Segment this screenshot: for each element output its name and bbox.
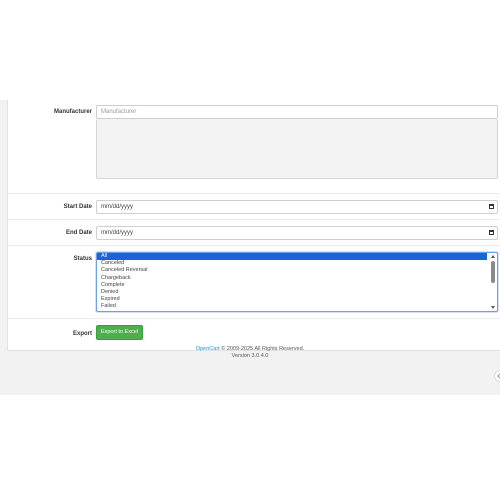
report-filter-panel: Manufacturer Manufacturer Start Date mm/… (7, 100, 500, 351)
status-option[interactable]: Failed (97, 303, 497, 310)
status-scrollbar[interactable] (490, 254, 496, 310)
footer-copyright-line: OpenCart © 2009-2025 All Rights Reserved… (0, 346, 500, 353)
scroll-thumb[interactable] (491, 261, 495, 283)
status-option[interactable]: Complete (97, 282, 497, 289)
status-option[interactable]: Canceled (97, 260, 497, 267)
status-multiselect[interactable]: All Canceled Canceled Reversal Chargebac… (96, 252, 498, 312)
scroll-down-icon[interactable] (491, 306, 495, 309)
manufacturer-label: Manufacturer (53, 109, 92, 115)
manufacturer-dropdown-area[interactable] (96, 119, 498, 179)
manufacturer-placeholder: Manufacturer (101, 109, 137, 115)
status-label: Status (73, 256, 92, 262)
page: Manufacturer Manufacturer Start Date mm/… (0, 0, 500, 500)
status-row: Status All Canceled Canceled Reversal Ch… (8, 246, 500, 319)
end-date-row: End Date mm/dd/yyyy (8, 220, 500, 246)
manufacturer-row: Manufacturer Manufacturer (8, 100, 500, 194)
export-label: Export (72, 331, 92, 337)
opencart-link[interactable]: OpenCart (196, 346, 220, 352)
status-option[interactable]: Expired (97, 296, 497, 303)
manufacturer-input[interactable]: Manufacturer (96, 105, 498, 119)
status-option[interactable]: Denied (97, 289, 497, 296)
copyright-text: © 2009-2025 All Rights Reserved. (221, 346, 305, 352)
export-to-excel-button[interactable]: Export to Excel (96, 325, 143, 340)
start-date-row: Start Date mm/dd/yyyy (8, 194, 500, 220)
status-option[interactable]: All (97, 253, 487, 261)
start-date-value: mm/dd/yyyy (101, 204, 134, 210)
calendar-icon[interactable] (489, 230, 494, 235)
status-option[interactable]: Chargeback (97, 275, 497, 282)
end-date-value: mm/dd/yyyy (101, 230, 134, 236)
end-date-input[interactable]: mm/dd/yyyy (96, 226, 498, 240)
scroll-up-icon[interactable] (491, 255, 495, 258)
footer: OpenCart © 2009-2025 All Rights Reserved… (0, 346, 500, 360)
chevron-left-icon[interactable] (494, 370, 500, 382)
end-date-label: End Date (65, 230, 92, 236)
version-text: Version 3.0.4.0 (231, 353, 269, 359)
start-date-label: Start Date (63, 204, 92, 210)
calendar-icon[interactable] (489, 204, 494, 209)
status-option[interactable]: Canceled Reversal (97, 267, 497, 274)
start-date-input[interactable]: mm/dd/yyyy (96, 200, 498, 214)
